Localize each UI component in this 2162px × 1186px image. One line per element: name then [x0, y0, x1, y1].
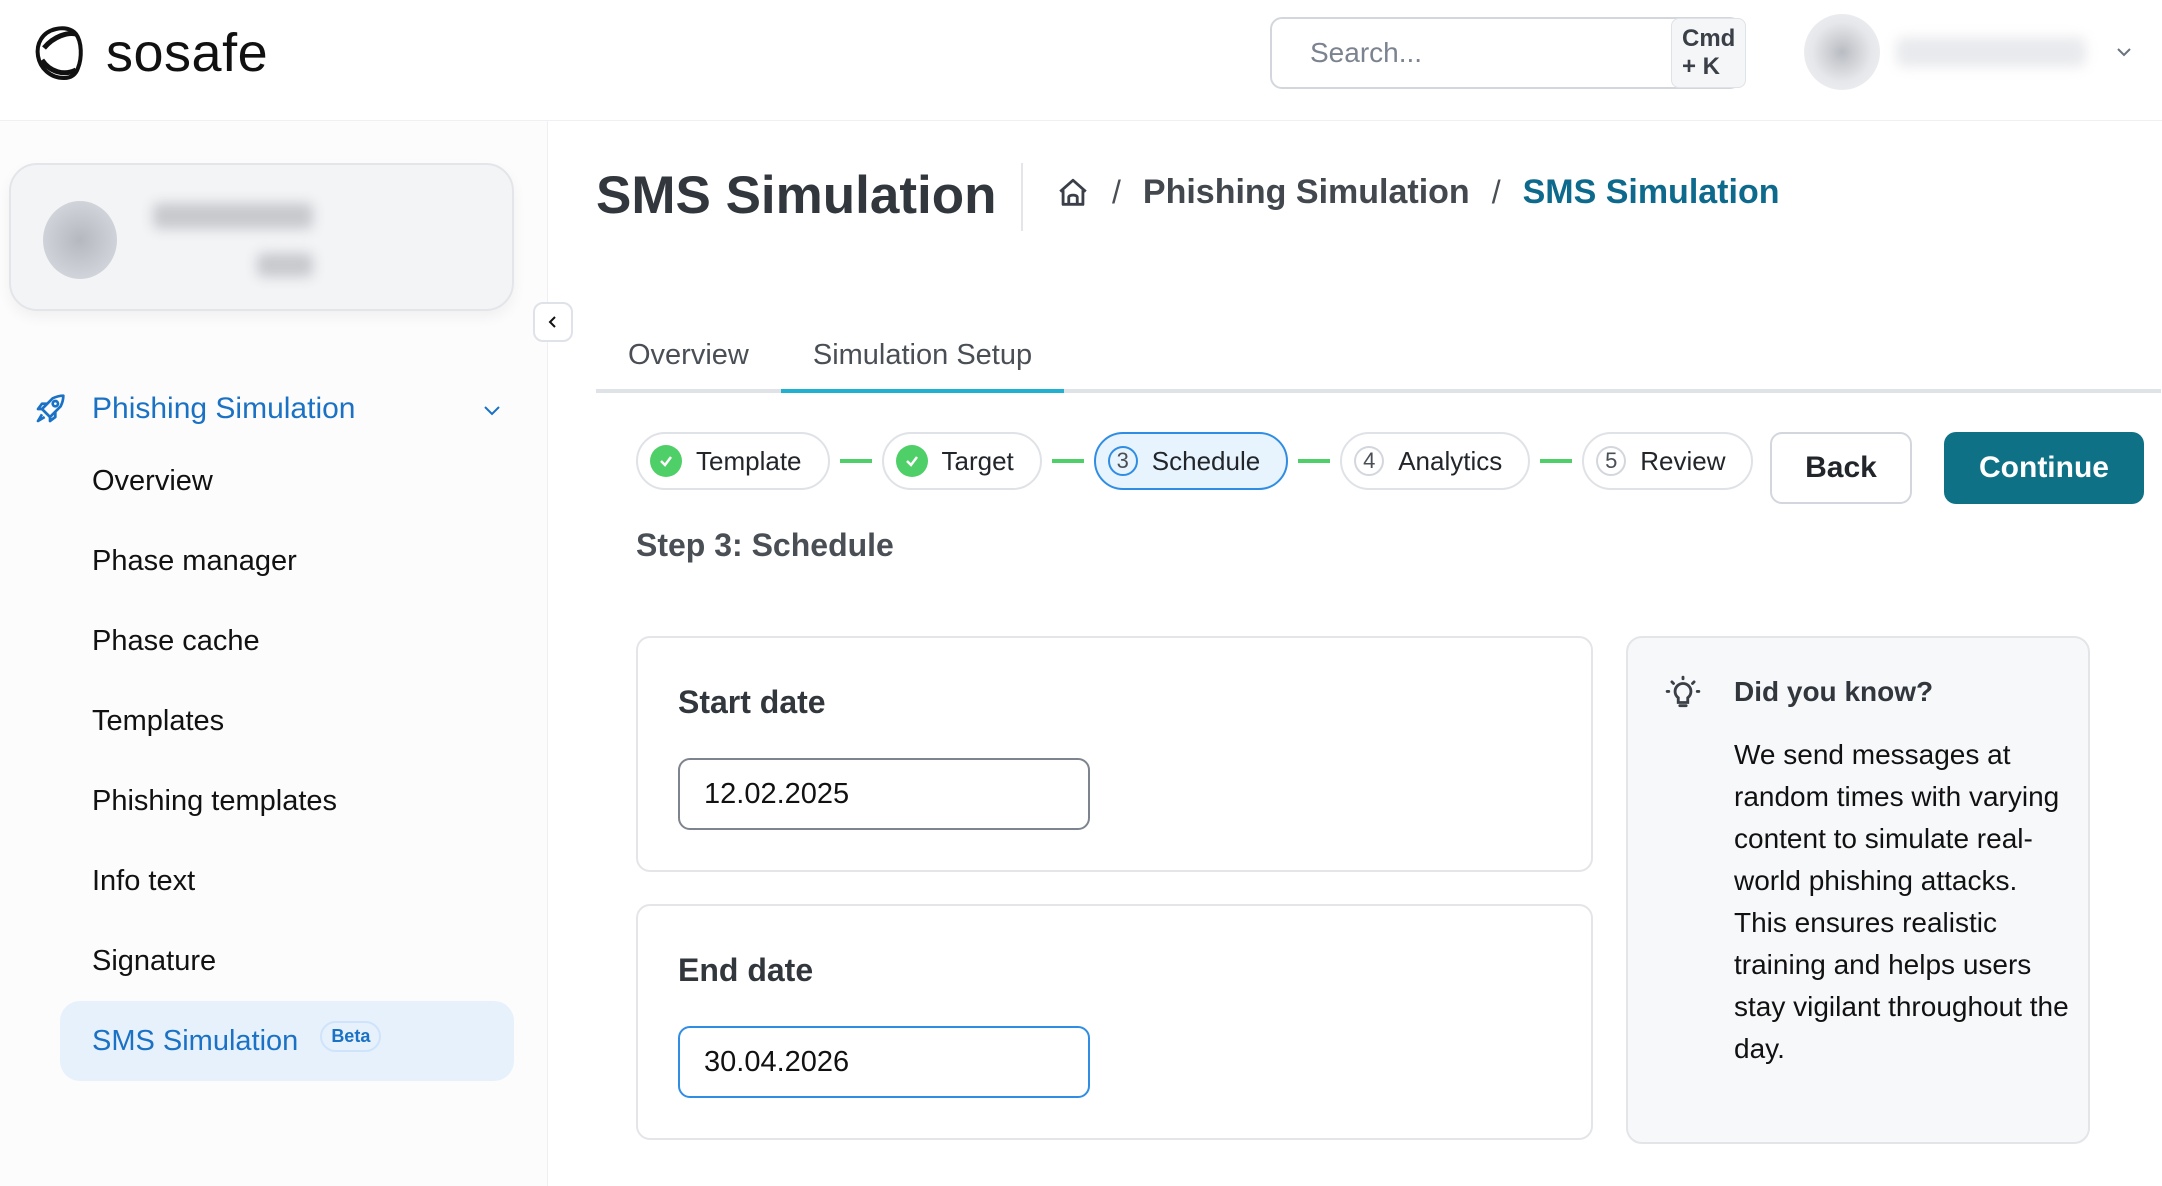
sidebar: Phishing Simulation Overview Phase manag… — [0, 121, 548, 1186]
step-number: 4 — [1354, 446, 1385, 476]
step-number: 3 — [1107, 446, 1138, 476]
step-connector — [839, 459, 872, 463]
step-review[interactable]: 5 Review — [1582, 432, 1754, 490]
back-button[interactable]: Back — [1770, 432, 1912, 504]
end-date-card: End date — [636, 904, 1593, 1140]
search-box[interactable]: Cmd + K — [1270, 17, 1747, 89]
end-date-label: End date — [678, 952, 814, 988]
end-date-input[interactable] — [704, 1045, 1081, 1079]
sidebar-item-label: Overview — [92, 464, 213, 497]
tip-title: Did you know? — [1734, 676, 1934, 707]
sosafe-logo[interactable]: sosafe — [34, 22, 268, 84]
sidebar-item-phishing-templates[interactable]: Phishing templates — [60, 761, 514, 841]
sidebar-item-phase-cache[interactable]: Phase cache — [60, 601, 514, 681]
organization-switcher[interactable] — [9, 163, 514, 311]
main-content: SMS Simulation / Phishing Simulation / S… — [548, 121, 2162, 1186]
start-date-input[interactable] — [704, 777, 1081, 811]
org-name-blurred — [153, 203, 313, 229]
tab-bar: Overview Simulation Setup — [596, 321, 2161, 393]
sidebar-item-label: Templates — [92, 704, 225, 737]
user-avatar — [1804, 14, 1880, 90]
step-label: Review — [1640, 445, 1726, 476]
tab-simulation-setup[interactable]: Simulation Setup — [780, 321, 1065, 393]
sidebar-section-phishing-simulation[interactable]: Phishing Simulation — [34, 379, 504, 439]
step-connector — [1051, 459, 1084, 463]
check-circle-icon — [895, 445, 928, 477]
step-label: Analytics — [1398, 445, 1503, 476]
tip-body: We send messages at random times with va… — [1734, 739, 2069, 1064]
sidebar-item-sms-simulation[interactable]: SMS Simulation Beta — [60, 1001, 514, 1081]
end-date-field[interactable] — [678, 1026, 1090, 1098]
breadcrumb-phishing-simulation[interactable]: Phishing Simulation — [1143, 173, 1470, 212]
home-icon[interactable] — [1056, 176, 1090, 210]
tab-overview[interactable]: Overview — [596, 321, 781, 389]
step-number: 5 — [1596, 446, 1627, 476]
sidebar-section-label: Phishing Simulation — [92, 392, 356, 425]
step-connector — [1540, 459, 1573, 463]
search-input[interactable] — [1310, 37, 1671, 69]
title-divider — [1021, 163, 1023, 231]
sidebar-item-label: Phishing templates — [92, 784, 338, 817]
org-id-blurred — [257, 253, 313, 277]
org-avatar — [43, 201, 117, 279]
step-connector — [1298, 459, 1331, 463]
breadcrumb-separator: / — [1112, 174, 1121, 210]
chevron-left-icon — [548, 316, 556, 328]
step-label: Target — [941, 445, 1014, 476]
breadcrumb-sms-simulation[interactable]: SMS Simulation — [1523, 173, 1780, 212]
sidebar-item-label: Phase cache — [92, 624, 260, 657]
user-menu[interactable] — [1804, 14, 2134, 90]
sidebar-item-info-text[interactable]: Info text — [60, 841, 514, 921]
step-template[interactable]: Template — [636, 432, 830, 490]
step-label: Schedule — [1151, 445, 1261, 476]
stepper: Template Target 3 Schedule 4 Analytics 5… — [636, 432, 1754, 490]
sidebar-item-label: Signature — [92, 944, 217, 977]
sidebar-item-label: Phase manager — [92, 544, 297, 577]
sidebar-item-signature[interactable]: Signature — [60, 921, 514, 1001]
sidebar-item-overview[interactable]: Overview — [60, 441, 514, 521]
start-date-card: Start date — [636, 636, 1593, 872]
start-date-label: Start date — [678, 684, 826, 720]
breadcrumb-separator: / — [1491, 174, 1501, 210]
page-title: SMS Simulation — [596, 166, 997, 225]
step-analytics[interactable]: 4 Analytics — [1340, 432, 1531, 490]
search-shortcut-hint: Cmd + K — [1671, 18, 1747, 88]
check-circle-icon — [650, 445, 682, 477]
rocket-icon — [36, 394, 65, 423]
beta-badge: Beta — [320, 1020, 382, 1052]
start-date-field[interactable] — [678, 758, 1090, 830]
brand-name: sosafe — [106, 23, 269, 83]
chevron-down-icon — [484, 406, 500, 416]
logo-mark-icon — [35, 26, 83, 81]
chevron-down-icon — [2117, 48, 2131, 57]
step-label: Template — [696, 445, 802, 476]
step-heading: Step 3: Schedule — [636, 527, 894, 563]
user-name-blurred — [1896, 37, 2086, 67]
top-bar: sosafe Cmd + K — [0, 0, 2162, 121]
step-schedule[interactable]: 3 Schedule — [1093, 432, 1289, 490]
step-target[interactable]: Target — [881, 432, 1042, 490]
lightbulb-icon — [1665, 675, 1701, 708]
sidebar-item-label: Info text — [92, 864, 196, 897]
sidebar-item-label: SMS Simulation — [92, 1024, 299, 1057]
sidebar-item-templates[interactable]: Templates — [60, 681, 514, 761]
continue-button[interactable]: Continue — [1944, 432, 2144, 504]
did-you-know-card: Did you know? We send messages at random… — [1626, 636, 2090, 1144]
breadcrumb: / Phishing Simulation / SMS Simulation — [1056, 173, 1780, 212]
collapse-sidebar-button[interactable] — [533, 302, 573, 342]
sidebar-item-phase-manager[interactable]: Phase manager — [60, 521, 514, 601]
